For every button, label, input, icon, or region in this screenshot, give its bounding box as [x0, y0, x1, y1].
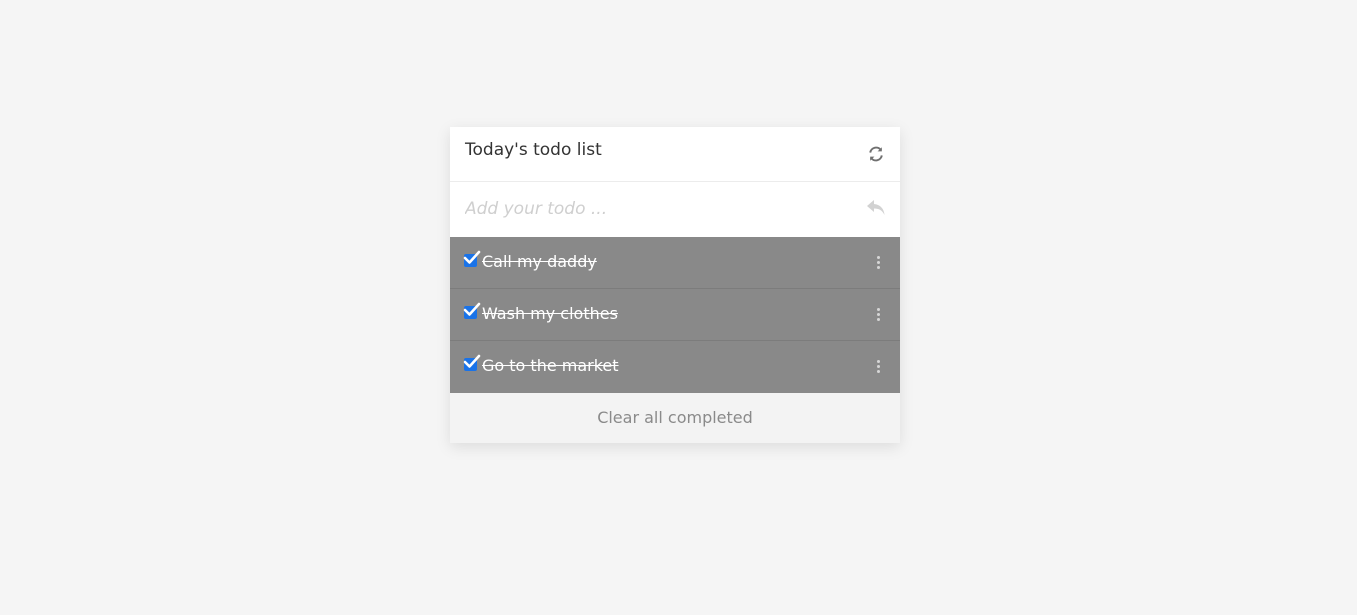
- todo-menu-button[interactable]: [874, 360, 882, 374]
- todo-footer: Clear all completed: [450, 393, 900, 443]
- refresh-icon: [869, 146, 883, 162]
- todo-text[interactable]: Wash my clothes: [482, 304, 618, 323]
- todo-checkbox[interactable]: [463, 250, 481, 267]
- checkmark-icon: [463, 250, 481, 264]
- todo-header: Today's todo list: [450, 127, 900, 182]
- add-todo-row: [450, 182, 900, 237]
- clear-completed-button[interactable]: Clear all completed: [597, 408, 753, 427]
- todo-checkbox[interactable]: [463, 302, 481, 319]
- page-title: Today's todo list: [465, 140, 602, 160]
- todo-menu-button[interactable]: [874, 308, 882, 322]
- reply-icon: [867, 200, 885, 215]
- submit-todo-button[interactable]: [866, 199, 886, 217]
- todo-text[interactable]: Go to the market: [482, 356, 619, 375]
- checkmark-icon: [463, 302, 481, 316]
- todo-input[interactable]: [465, 192, 845, 226]
- todo-menu-button[interactable]: [874, 256, 882, 270]
- todo-item: Go to the market: [450, 341, 900, 393]
- todo-card: Today's todo list Call my daddy: [450, 127, 900, 443]
- todo-item: Wash my clothes: [450, 289, 900, 341]
- refresh-button[interactable]: [867, 145, 885, 163]
- todo-text[interactable]: Call my daddy: [482, 252, 597, 271]
- checkmark-icon: [463, 354, 481, 368]
- todo-item: Call my daddy: [450, 237, 900, 289]
- todo-checkbox[interactable]: [463, 354, 481, 371]
- todo-list: Call my daddy Wash my clothes Go to the …: [450, 237, 900, 393]
